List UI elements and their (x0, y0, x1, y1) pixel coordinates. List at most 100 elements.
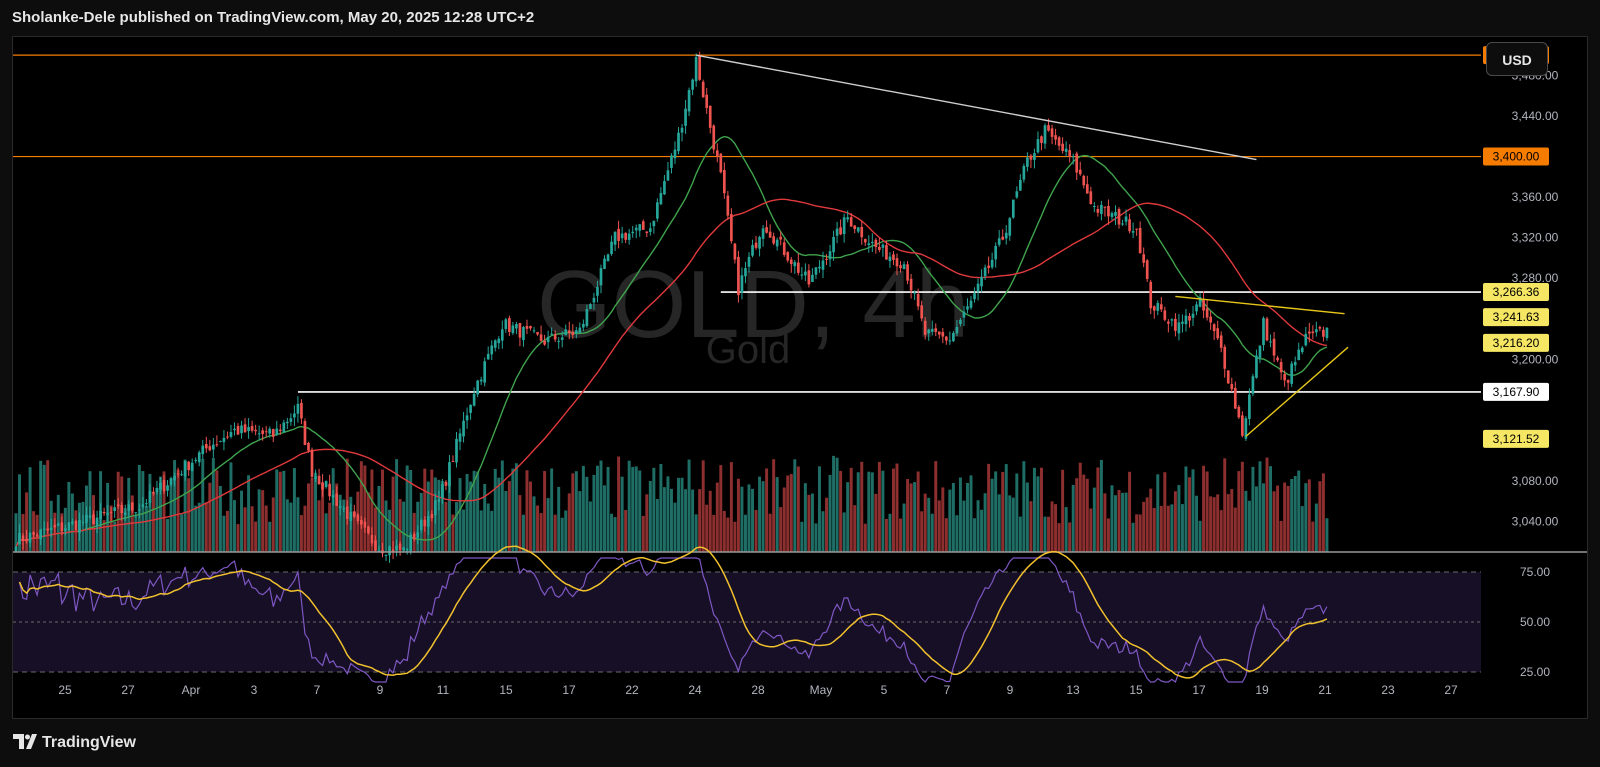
candle-body (222, 437, 226, 443)
volume-bar (948, 489, 952, 552)
time-tick-label: 13 (1066, 683, 1080, 697)
candle-body (1195, 304, 1198, 312)
volume-bar (662, 487, 666, 552)
candle-body (906, 264, 909, 281)
candle-body (1117, 209, 1121, 225)
candle-body (761, 228, 765, 239)
volume-bar (1089, 508, 1093, 552)
candle-body (212, 444, 215, 450)
chart-panel[interactable]: GOLD, 4h Gold 75.0050.0025.00 3,480.003,… (12, 36, 1588, 719)
candle-body (268, 428, 272, 434)
chart-canvas[interactable]: GOLD, 4h Gold 75.0050.0025.00 3,480.003,… (13, 37, 1587, 718)
volume-bar (793, 459, 797, 552)
candle-body (250, 425, 254, 431)
volume-bar (1163, 472, 1167, 552)
currency-button[interactable]: USD (1486, 42, 1548, 76)
rsi-tick-label: 25.00 (1520, 665, 1550, 679)
volume-bar (747, 484, 751, 552)
volume-bar (965, 483, 969, 552)
candle-body (462, 420, 465, 437)
volume-bar (733, 521, 737, 552)
volume-bar (1054, 504, 1058, 552)
volume-bar (810, 493, 814, 552)
candle-body (416, 532, 420, 538)
candle-body (1068, 150, 1072, 157)
volume-bar (1071, 484, 1075, 552)
candle-body (874, 239, 878, 248)
volume-bar (314, 472, 318, 552)
volume-bar (571, 473, 575, 552)
volume-bar (655, 499, 659, 552)
candle-body (328, 483, 331, 497)
time-axis[interactable]: 25 27 Apr 3 7 9 11 15 17 22 24 28 May 5 7 9 13 15 17 19 21 23… (58, 683, 1458, 697)
volume-bar (1156, 474, 1160, 552)
time-tick-label: 19 (1255, 683, 1269, 697)
price-axis[interactable]: 3,480.003,440.003,360.003,320.003,280.00… (1483, 46, 1559, 529)
candle-body (923, 320, 927, 335)
candle-body (226, 436, 229, 438)
volume-bar (553, 514, 557, 552)
candle-body (1071, 156, 1075, 158)
candle-body (1219, 335, 1223, 348)
candle-body (1149, 281, 1153, 309)
candle-body (779, 236, 783, 240)
volume-bar (1212, 497, 1216, 552)
candle-body (141, 504, 145, 508)
candle-body (550, 333, 553, 335)
volume-bar (236, 524, 240, 552)
volume-bar (307, 483, 310, 552)
candle-body (1075, 153, 1079, 173)
candle-body (384, 554, 388, 556)
volume-bar (310, 478, 314, 552)
candle-body (624, 232, 627, 240)
publish-header: Sholanke-Dele published on TradingView.c… (0, 0, 1600, 36)
candle-body (952, 333, 955, 342)
time-tick-label: 15 (499, 683, 513, 697)
candle-body (705, 94, 709, 108)
time-tick-label: 21 (1318, 683, 1332, 697)
volume-bar (1297, 470, 1301, 552)
trendlines (696, 54, 1349, 437)
candle-body (490, 345, 494, 355)
candle-body (180, 474, 183, 476)
candle-body (360, 519, 363, 525)
candle-body (941, 332, 945, 337)
time-tick-label: 7 (314, 683, 321, 697)
volume-bar (1142, 501, 1146, 552)
candle-body (152, 491, 155, 494)
candle-body (1293, 361, 1297, 366)
volume-bar (666, 476, 670, 552)
candle-body (504, 319, 508, 330)
volume-bar (151, 492, 155, 552)
price-level-label: 3,266.36 (1493, 285, 1540, 299)
candle-body (888, 256, 892, 262)
candle-body (363, 521, 367, 528)
volume-bar (504, 491, 508, 552)
candle-body (204, 444, 208, 449)
volume-bar (557, 486, 561, 552)
volume-bars (14, 455, 1329, 552)
candle-body (589, 304, 592, 309)
candle-body (962, 311, 966, 318)
candle-body (578, 327, 582, 334)
candle-body (582, 323, 585, 328)
candle-body (944, 336, 948, 341)
volume-bar (631, 466, 635, 552)
candle-body (574, 330, 578, 334)
volume-bar (166, 518, 170, 552)
candle-body (201, 445, 205, 455)
volume-bar (913, 482, 917, 552)
candle-body (638, 224, 642, 231)
candle-body (529, 326, 532, 329)
candle-body (183, 461, 187, 477)
candle-body (1315, 329, 1318, 333)
candle-body (856, 227, 860, 232)
candle-body (860, 226, 864, 238)
candle-body (18, 532, 21, 545)
volume-bar (405, 465, 409, 552)
candle-body (1290, 363, 1294, 384)
candle-body (684, 108, 687, 126)
volume-bar (673, 502, 677, 552)
volume-bar (958, 477, 962, 552)
price-tick-label: 3,040.00 (1512, 515, 1559, 529)
